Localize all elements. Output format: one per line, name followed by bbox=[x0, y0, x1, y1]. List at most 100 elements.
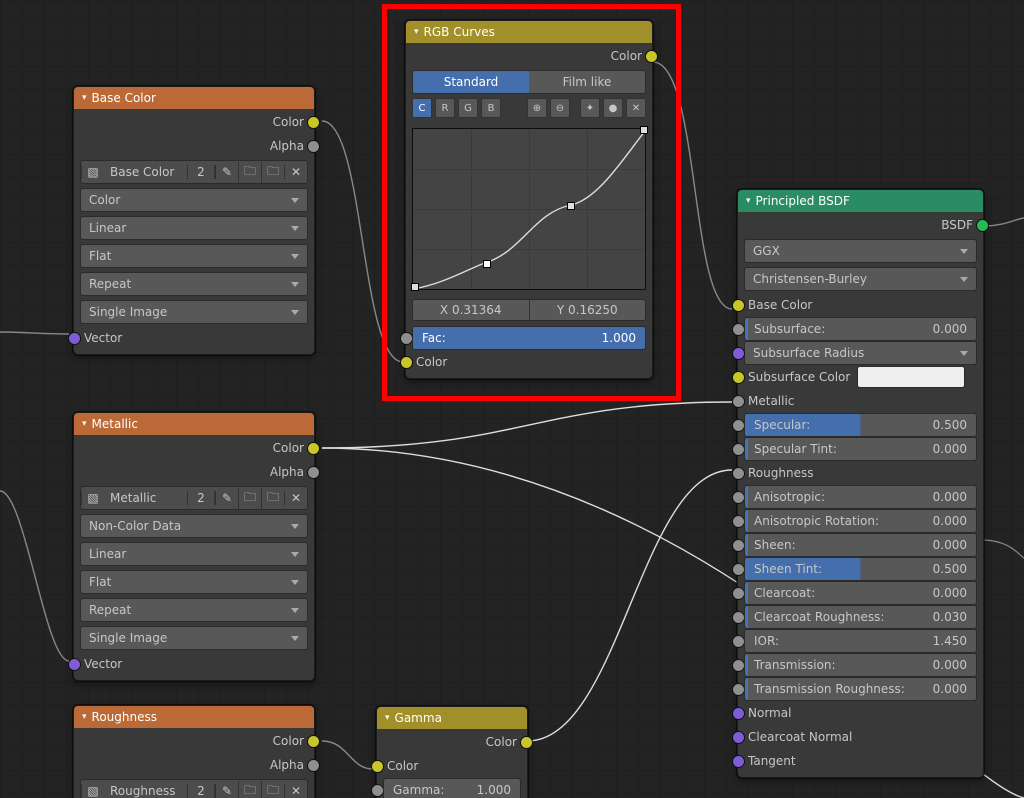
socket[interactable] bbox=[732, 371, 745, 384]
curve-point[interactable] bbox=[411, 283, 419, 291]
dot-icon[interactable]: ● bbox=[603, 98, 623, 118]
channel-g[interactable]: G bbox=[458, 98, 478, 118]
collapse-icon[interactable]: ▾ bbox=[385, 713, 390, 723]
ccrough-slider[interactable]: Clearcoat Roughness:0.030 bbox=[744, 605, 977, 629]
zoom-out-icon[interactable]: ⊖ bbox=[550, 98, 570, 118]
image-icon[interactable]: ▧ bbox=[81, 491, 104, 505]
folder-icon[interactable]: 🗀 bbox=[261, 488, 284, 509]
socket[interactable] bbox=[732, 467, 745, 480]
unlink-icon[interactable]: ✕ bbox=[284, 491, 307, 505]
node-image-base-color[interactable]: ▾Base Color Color Alpha ▧ Base Color 2 ✎… bbox=[73, 86, 315, 355]
anisorot-slider[interactable]: Anisotropic Rotation:0.000 bbox=[744, 509, 977, 533]
curve-point[interactable] bbox=[567, 202, 575, 210]
transr-slider[interactable]: Transmission Roughness:0.000 bbox=[744, 677, 977, 701]
extension-select[interactable]: Repeat bbox=[80, 272, 308, 296]
specular-slider[interactable]: Specular:0.500 bbox=[744, 413, 977, 437]
distribution-select[interactable]: GGX bbox=[744, 239, 977, 263]
image-icon[interactable]: ▧ bbox=[81, 784, 104, 798]
socket-vector-in[interactable] bbox=[68, 332, 81, 345]
curve-point[interactable] bbox=[640, 126, 648, 134]
socket[interactable] bbox=[732, 395, 745, 408]
image-icon[interactable]: ▧ bbox=[81, 165, 104, 179]
node-image-roughness[interactable]: ▾Roughness Color Alpha ▧ Roughness 2 ✎ 🗀… bbox=[73, 705, 315, 798]
projection-select[interactable]: Flat bbox=[80, 570, 308, 594]
curve-y[interactable]: Y 0.16250 bbox=[529, 300, 646, 320]
image-users[interactable]: 2 bbox=[187, 491, 215, 505]
socket-alpha-out[interactable] bbox=[307, 759, 320, 772]
curve-point[interactable] bbox=[483, 260, 491, 268]
source-select[interactable]: Single Image bbox=[80, 300, 308, 324]
image-name-field[interactable]: Roughness bbox=[104, 784, 187, 798]
curve-x[interactable]: X 0.31364 bbox=[413, 300, 529, 320]
socket-alpha-out[interactable] bbox=[307, 466, 320, 479]
sheentint-slider[interactable]: Sheen Tint:0.500 bbox=[744, 557, 977, 581]
socket[interactable] bbox=[732, 755, 745, 768]
ss-radius[interactable]: Subsurface Radius bbox=[744, 341, 977, 365]
socket[interactable] bbox=[732, 707, 745, 720]
channel-b[interactable]: B bbox=[481, 98, 501, 118]
color-swatch[interactable] bbox=[857, 366, 965, 388]
image-name-field[interactable]: Base Color bbox=[104, 165, 187, 179]
ior-slider[interactable]: IOR:1.450 bbox=[744, 629, 977, 653]
image-users[interactable]: 2 bbox=[187, 784, 215, 798]
spectint-slider[interactable]: Specular Tint:0.000 bbox=[744, 437, 977, 461]
sheen-slider[interactable]: Sheen:0.000 bbox=[744, 533, 977, 557]
tone-tabs[interactable]: Standard Film like bbox=[412, 70, 646, 94]
curve-editor[interactable] bbox=[412, 128, 646, 290]
channel-r[interactable]: R bbox=[435, 98, 455, 118]
image-name-field[interactable]: Metallic bbox=[104, 491, 187, 505]
node-header[interactable]: ▾RGB Curves bbox=[406, 21, 652, 43]
collapse-icon[interactable]: ▾ bbox=[82, 419, 87, 429]
trans-slider[interactable]: Transmission:0.000 bbox=[744, 653, 977, 677]
tools-icon[interactable]: ✦ bbox=[580, 98, 600, 118]
source-select[interactable]: Single Image bbox=[80, 626, 308, 650]
sss-method-select[interactable]: Christensen-Burley bbox=[744, 267, 977, 291]
channel-c[interactable]: C bbox=[412, 98, 432, 118]
image-datablock[interactable]: ▧ Metallic 2 ✎ 🗀 🗀 ✕ bbox=[80, 486, 308, 510]
open-icon[interactable]: 🗀 bbox=[238, 162, 261, 183]
clearcoat-slider[interactable]: Clearcoat:0.000 bbox=[744, 581, 977, 605]
aniso-slider[interactable]: Anisotropic:0.000 bbox=[744, 485, 977, 509]
interp-select[interactable]: Linear bbox=[80, 216, 308, 240]
open-icon[interactable]: 🗀 bbox=[238, 781, 261, 798]
socket[interactable] bbox=[732, 731, 745, 744]
fac-slider[interactable]: Fac:1.000 bbox=[412, 326, 646, 350]
image-users[interactable]: 2 bbox=[187, 165, 215, 179]
collapse-icon[interactable]: ▾ bbox=[746, 196, 751, 206]
tab-filmlike[interactable]: Film like bbox=[529, 71, 645, 93]
remove-point-icon[interactable]: ✕ bbox=[626, 98, 646, 118]
socket-vector-in[interactable] bbox=[68, 658, 81, 671]
socket-alpha-out[interactable] bbox=[307, 140, 320, 153]
image-datablock[interactable]: ▧ Roughness 2 ✎ 🗀 🗀 ✕ bbox=[80, 779, 308, 798]
node-image-metallic[interactable]: ▾Metallic Color Alpha ▧ Metallic 2 ✎ 🗀 🗀… bbox=[73, 412, 315, 681]
extension-select[interactable]: Repeat bbox=[80, 598, 308, 622]
folder-icon[interactable]: 🗀 bbox=[261, 162, 284, 183]
node-editor-canvas[interactable]: { "base_color": { "title": "Base Color",… bbox=[0, 0, 1024, 798]
collapse-icon[interactable]: ▾ bbox=[414, 27, 419, 37]
new-icon[interactable]: ✎ bbox=[215, 784, 238, 798]
socket-base-color[interactable] bbox=[732, 299, 745, 312]
open-icon[interactable]: 🗀 bbox=[238, 488, 261, 509]
socket[interactable] bbox=[732, 347, 745, 360]
node-header[interactable]: ▾Metallic bbox=[74, 413, 314, 435]
socket-color-out[interactable] bbox=[307, 442, 320, 455]
node-principled-bsdf[interactable]: ▾Principled BSDF BSDF GGX Christensen-Bu… bbox=[737, 189, 984, 778]
color-space-select[interactable]: Color bbox=[80, 188, 308, 212]
socket-color-out[interactable] bbox=[520, 736, 533, 749]
zoom-in-icon[interactable]: ⊕ bbox=[527, 98, 547, 118]
node-header[interactable]: ▾Principled BSDF bbox=[738, 190, 983, 212]
unlink-icon[interactable]: ✕ bbox=[284, 784, 307, 798]
interp-select[interactable]: Linear bbox=[80, 542, 308, 566]
projection-select[interactable]: Flat bbox=[80, 244, 308, 268]
gamma-slider[interactable]: Gamma:1.000 bbox=[383, 778, 521, 798]
unlink-icon[interactable]: ✕ bbox=[284, 165, 307, 179]
node-header[interactable]: ▾Roughness bbox=[74, 706, 314, 728]
socket-bsdf-out[interactable] bbox=[976, 219, 989, 232]
collapse-icon[interactable]: ▾ bbox=[82, 712, 87, 722]
node-rgb-curves[interactable]: ▾RGB Curves Color Standard Film like C R… bbox=[405, 20, 653, 379]
curve-xy-readout[interactable]: X 0.31364 Y 0.16250 bbox=[412, 299, 646, 321]
node-gamma[interactable]: ▾Gamma Color Color Gamma:1.000 bbox=[376, 706, 528, 798]
new-icon[interactable]: ✎ bbox=[215, 491, 238, 505]
image-datablock[interactable]: ▧ Base Color 2 ✎ 🗀 🗀 ✕ bbox=[80, 160, 308, 184]
socket-color-in[interactable] bbox=[371, 760, 384, 773]
